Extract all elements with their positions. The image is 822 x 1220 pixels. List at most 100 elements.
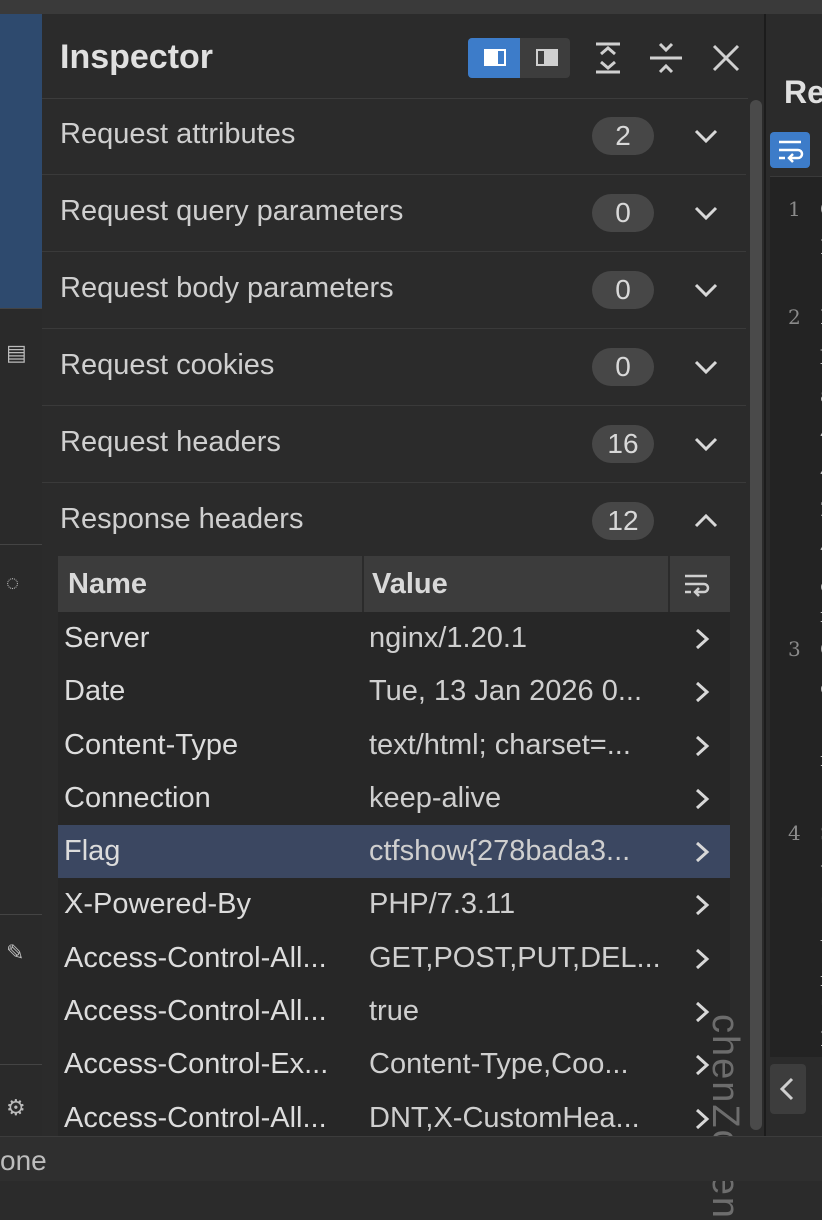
table-row[interactable]: Access-Control-All... true bbox=[58, 985, 730, 1039]
chevron-down-icon[interactable] bbox=[690, 351, 722, 383]
header-name: Date bbox=[64, 675, 126, 708]
layout-left-button[interactable] bbox=[468, 38, 520, 78]
header-name: Access-Control-All... bbox=[64, 941, 327, 974]
active-tool[interactable] bbox=[0, 14, 42, 308]
header-value: Tue, 13 Jan 2026 0... bbox=[369, 675, 643, 708]
header-name: Access-Control-Ex... bbox=[64, 1048, 329, 1081]
watermark: chenZchen bbox=[704, 1014, 746, 1220]
left-toolbar: ▤ ◌ ✎ ⚙ bbox=[0, 14, 43, 1136]
panel-right-icon bbox=[536, 49, 558, 66]
pencil-icon[interactable]: ✎ bbox=[6, 942, 24, 964]
top-strip bbox=[0, 0, 822, 14]
status-bar: one bbox=[0, 1136, 822, 1181]
arrow-left-icon bbox=[779, 1077, 794, 1101]
header-value: nginx/1.20.1 bbox=[369, 622, 528, 654]
chevron-right-icon[interactable] bbox=[688, 624, 716, 654]
toolbar-divider bbox=[0, 1064, 42, 1065]
table-row[interactable]: X-Powered-By PHP/7.3.11 bbox=[58, 878, 730, 932]
section-label: Response headers bbox=[60, 503, 304, 535]
section-request-attributes[interactable]: Request attributes 2 bbox=[42, 98, 746, 175]
header-value: Content-Type,Coo... bbox=[369, 1048, 629, 1081]
wrap-lines-icon bbox=[779, 140, 804, 163]
inspector-header: Inspector bbox=[42, 14, 764, 99]
column-header-value[interactable]: Value bbox=[372, 568, 448, 601]
header-value: ctfshow{278bada3... bbox=[369, 835, 631, 868]
bulb-icon[interactable]: ◌ bbox=[6, 572, 24, 594]
status-text: one bbox=[0, 1145, 47, 1176]
chevron-right-icon[interactable] bbox=[688, 890, 716, 920]
chevron-down-icon[interactable] bbox=[690, 120, 722, 152]
header-value: DNT,X-CustomHea... bbox=[369, 1101, 640, 1134]
count-badge: 0 bbox=[592, 271, 654, 309]
collapse-icon bbox=[650, 42, 682, 74]
toolbar-divider bbox=[0, 308, 42, 309]
document-icon[interactable]: ▤ bbox=[6, 342, 27, 364]
header-value: PHP/7.3.11 bbox=[369, 888, 516, 921]
chevron-right-icon[interactable] bbox=[688, 837, 716, 867]
section-request-query-parameters[interactable]: Request query parameters 0 bbox=[42, 175, 746, 252]
column-header-name[interactable]: Name bbox=[68, 568, 147, 601]
collapse-all-button[interactable] bbox=[646, 38, 686, 78]
wrap-lines-icon[interactable] bbox=[680, 568, 712, 600]
expand-all-button[interactable] bbox=[588, 38, 628, 78]
response-headers-table: Name Value Server nginx/1.20.1 Date Tue,… bbox=[58, 556, 730, 1145]
count-badge: 16 bbox=[592, 425, 654, 463]
chevron-right-icon[interactable] bbox=[688, 944, 716, 974]
column-divider[interactable] bbox=[362, 556, 364, 612]
gear-icon[interactable]: ⚙ bbox=[6, 1097, 26, 1119]
table-row[interactable]: Server nginx/1.20.1 bbox=[58, 612, 730, 666]
chevron-right-icon[interactable] bbox=[688, 731, 716, 761]
scrollbar-thumb[interactable] bbox=[750, 100, 762, 1130]
close-icon bbox=[712, 44, 740, 72]
nav-back-button[interactable] bbox=[770, 1064, 806, 1114]
header-name: Access-Control-All... bbox=[64, 995, 327, 1028]
header-name: X-Powered-By bbox=[64, 888, 251, 921]
count-badge: 2 bbox=[592, 117, 654, 155]
count-badge: 12 bbox=[592, 502, 654, 540]
header-name: Server bbox=[64, 622, 150, 654]
table-row[interactable]: Content-Type text/html; charset=... bbox=[58, 718, 730, 772]
header-value: text/html; charset=... bbox=[369, 728, 631, 761]
section-request-cookies[interactable]: Request cookies 0 bbox=[42, 329, 746, 406]
chevron-down-icon[interactable] bbox=[690, 274, 722, 306]
line-number: 2 bbox=[788, 305, 801, 329]
count-badge: 0 bbox=[592, 348, 654, 386]
section-label: Request query parameters bbox=[60, 195, 404, 227]
section-label: Request body parameters bbox=[60, 272, 394, 304]
table-row[interactable]: Access-Control-All... GET,POST,PUT,DEL..… bbox=[58, 931, 730, 986]
header-value: GET,POST,PUT,DEL... bbox=[369, 941, 661, 974]
table-row[interactable]: Date Tue, 13 Jan 2026 0... bbox=[58, 665, 730, 719]
section-request-body-parameters[interactable]: Request body parameters 0 bbox=[42, 252, 746, 329]
table-row-selected[interactable]: Flag ctfshow{278bada3... bbox=[58, 825, 730, 879]
chevron-right-icon[interactable] bbox=[688, 784, 716, 814]
vertical-scrollbar[interactable] bbox=[748, 98, 764, 1136]
count-badge: 0 bbox=[592, 194, 654, 232]
header-name: Connection bbox=[64, 781, 211, 814]
panel-left-icon bbox=[484, 49, 506, 66]
toolbar-divider bbox=[0, 914, 42, 915]
header-name: Flag bbox=[64, 835, 121, 868]
section-label: Request cookies bbox=[60, 349, 275, 381]
header-value: true bbox=[369, 995, 419, 1028]
section-label: Request headers bbox=[60, 426, 281, 458]
response-editor[interactable]: 1 2 3 4 G H 1 H b a 4 4 2 4 e f C c n = … bbox=[770, 176, 822, 1057]
chevron-right-icon[interactable] bbox=[688, 677, 716, 707]
wrap-toggle-button[interactable] bbox=[770, 132, 810, 168]
inspector-title: Inspector bbox=[60, 38, 214, 76]
close-button[interactable] bbox=[706, 38, 746, 78]
table-header: Name Value bbox=[58, 556, 730, 612]
table-row[interactable]: Access-Control-Ex... Content-Type,Coo... bbox=[58, 1038, 730, 1092]
section-request-headers[interactable]: Request headers 16 bbox=[42, 406, 746, 483]
chevron-down-icon[interactable] bbox=[690, 197, 722, 229]
table-row[interactable]: Connection keep-alive bbox=[58, 771, 730, 826]
section-response-headers[interactable]: Response headers 12 bbox=[42, 483, 746, 559]
header-name: Access-Control-All... bbox=[64, 1101, 327, 1134]
chevron-up-icon[interactable] bbox=[690, 505, 722, 537]
column-divider[interactable] bbox=[668, 556, 670, 612]
expand-icon bbox=[596, 42, 620, 74]
layout-right-button[interactable] bbox=[520, 38, 570, 78]
response-pane: Re 1 2 3 4 G H 1 H b a 4 4 2 4 e f C c n… bbox=[704, 14, 822, 1220]
header-name: Content-Type bbox=[64, 728, 239, 761]
layout-toggle[interactable] bbox=[468, 38, 570, 78]
chevron-down-icon[interactable] bbox=[690, 428, 722, 460]
